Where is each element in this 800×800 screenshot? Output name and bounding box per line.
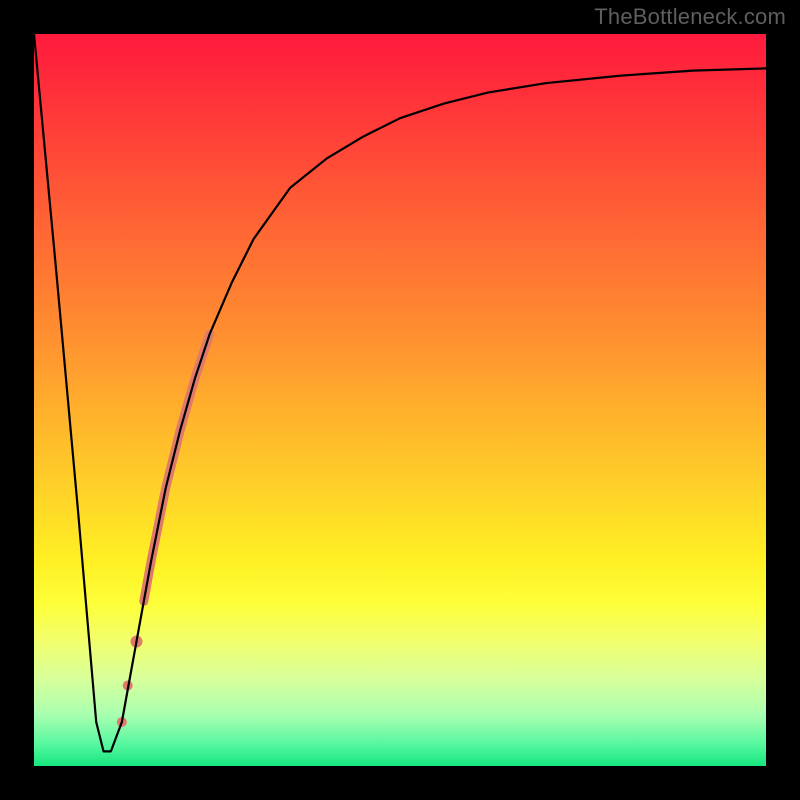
plot-area (34, 34, 766, 766)
curve-svg (34, 34, 766, 766)
chart-frame: TheBottleneck.com (0, 0, 800, 800)
highlight-segment (144, 334, 210, 601)
watermark-text: TheBottleneck.com (594, 4, 786, 30)
bottleneck-curve (34, 34, 766, 751)
